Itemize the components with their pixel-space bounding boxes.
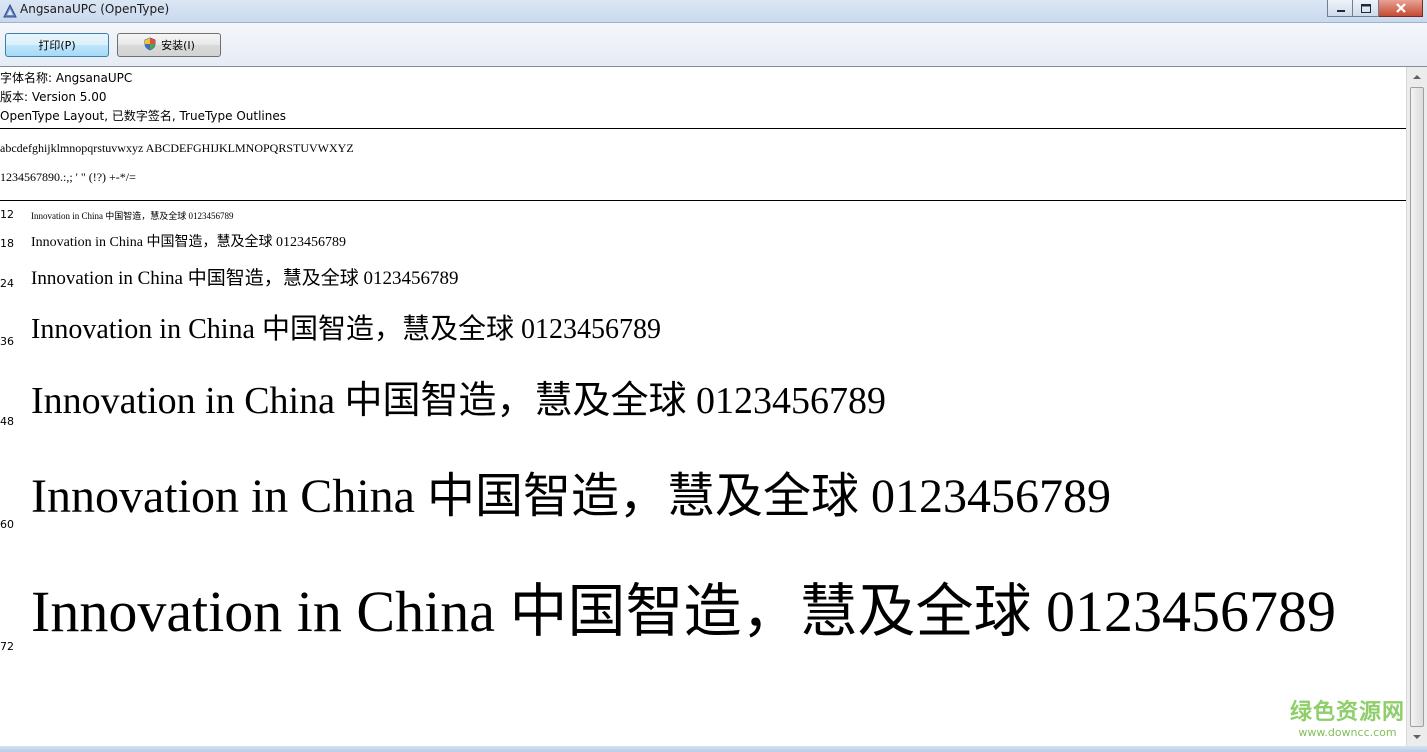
font-preview-area[interactable]: 字体名称: AngsanaUPC 版本: Version 5.00 OpenTy… (0, 67, 1406, 747)
scroll-down-icon[interactable] (1409, 729, 1425, 745)
charset-digits: 1234567890.:,; ' " (!?) +-*/= (0, 170, 136, 184)
install-button-label: 安装(I) (161, 39, 195, 52)
sample-text: Innovation in China 中国智造，慧及全球 0123456789 (31, 268, 459, 289)
sample-text: Innovation in China 中国智造，慧及全球 0123456789 (31, 211, 234, 221)
print-button-label: 打印(P) (38, 39, 76, 52)
divider (0, 128, 1406, 129)
font-version-line: 版本: Version 5.00 (0, 90, 107, 104)
size-label: 36 (0, 335, 14, 348)
charset-letters: abcdefghijklmnopqrstuvwxyz ABCDEFGHIJKLM… (0, 141, 354, 155)
close-icon (1396, 3, 1406, 13)
maximize-button[interactable] (1353, 0, 1379, 17)
sample-text: Innovation in China 中国智造，慧及全球 0123456789 (31, 579, 1336, 644)
vertical-scrollbar[interactable] (1406, 67, 1427, 747)
window-title: AngsanaUPC (OpenType) (20, 2, 170, 16)
size-label: 72 (0, 640, 14, 653)
watermark-main: 绿色资源网 (1289, 700, 1405, 725)
minimize-button[interactable] (1327, 0, 1353, 17)
print-button[interactable]: 打印(P) (5, 33, 109, 57)
toolbar: 打印(P) 安装(I) (0, 23, 1427, 67)
sample-text: Innovation in China 中国智造，慧及全球 0123456789 (31, 470, 1111, 523)
sample-text: Innovation in China 中国智造，慧及全球 0123456789 (31, 235, 346, 250)
window-bottom-frame (0, 746, 1427, 752)
close-button[interactable] (1379, 0, 1423, 17)
font-app-icon (3, 3, 17, 18)
scroll-up-icon[interactable] (1409, 69, 1425, 85)
scrollbar-thumb[interactable] (1410, 87, 1424, 727)
font-type-line: OpenType Layout, 已数字签名, TrueType Outline… (0, 109, 287, 123)
install-button[interactable]: 安装(I) (117, 33, 221, 57)
font-viewer-window: AngsanaUPC (OpenType) 打印(P) 安装(I) 字体名称: … (0, 0, 1427, 752)
watermark: 绿色资源网 www.downcc.com (1290, 700, 1405, 739)
title-bar[interactable]: AngsanaUPC (OpenType) (0, 0, 1427, 23)
size-label: 12 (0, 208, 14, 221)
uac-shield-icon (143, 37, 157, 54)
maximize-icon (1361, 4, 1371, 13)
sample-text: Innovation in China 中国智造，慧及全球 0123456789 (31, 314, 661, 345)
watermark-url: www.downcc.com (1298, 726, 1397, 739)
size-label: 18 (0, 237, 14, 250)
size-label: 24 (0, 277, 14, 290)
size-label: 60 (0, 518, 14, 531)
sample-text: Innovation in China 中国智造，慧及全球 0123456789 (31, 380, 886, 422)
size-label: 48 (0, 415, 14, 428)
minimize-icon (1337, 10, 1345, 12)
divider (0, 200, 1406, 201)
caption-buttons (1327, 0, 1423, 18)
font-name-line: 字体名称: AngsanaUPC (0, 71, 133, 85)
